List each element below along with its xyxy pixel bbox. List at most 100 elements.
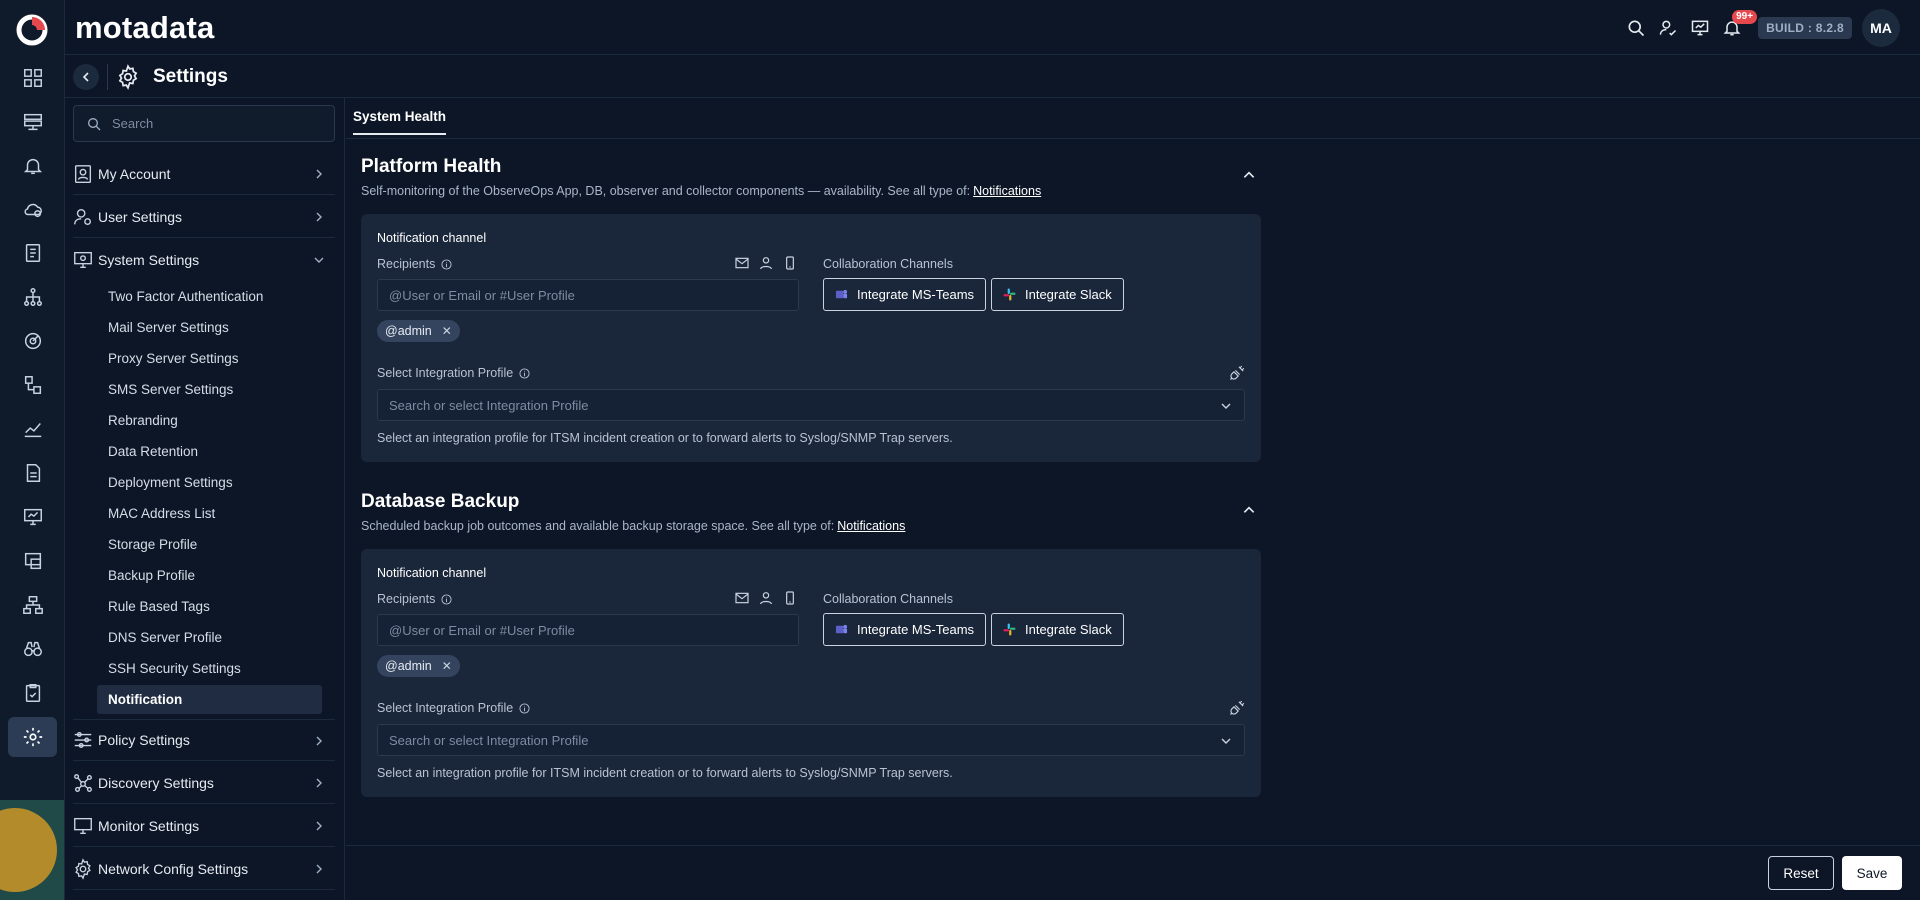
notifications-link[interactable]: Notifications — [837, 519, 905, 533]
sidebar-item-notification[interactable]: Notification — [97, 685, 322, 714]
dashboard-icon[interactable] — [0, 58, 64, 98]
user-check-icon[interactable] — [1652, 12, 1684, 44]
plug-icon[interactable] — [1229, 364, 1246, 381]
reset-button[interactable]: Reset — [1768, 856, 1834, 890]
recipients-input[interactable] — [378, 615, 798, 645]
avatar[interactable]: MA — [1862, 9, 1900, 47]
sidebar-item-sms-server-settings[interactable]: SMS Server Settings — [97, 375, 322, 404]
sidebar-group-policy-settings[interactable]: Policy Settings — [73, 719, 335, 761]
info-icon[interactable] — [441, 258, 452, 270]
motadata-logo-icon[interactable] — [16, 14, 48, 46]
mobile-icon[interactable] — [782, 255, 798, 271]
sidebar-group-my-account[interactable]: My Account — [73, 153, 335, 195]
recipients-input[interactable] — [378, 280, 798, 310]
topology-icon[interactable] — [0, 277, 64, 317]
sidebar-item-deployment-settings[interactable]: Deployment Settings — [97, 468, 322, 497]
sidebar-item-rebranding[interactable]: Rebranding — [97, 406, 322, 435]
workflow-icon[interactable] — [0, 365, 64, 405]
user-gear-icon — [74, 208, 92, 225]
report-book-icon[interactable] — [0, 233, 64, 273]
sidebar-item-rule-based-tags[interactable]: Rule Based Tags — [97, 592, 322, 621]
chevron-up-icon[interactable] — [1242, 503, 1256, 517]
sidebar-item-proxy-server-settings[interactable]: Proxy Server Settings — [97, 344, 322, 373]
integration-profile-select[interactable] — [377, 389, 1245, 421]
binoculars-icon[interactable] — [0, 629, 64, 669]
sidebar-item-data-retention[interactable]: Data Retention — [97, 437, 322, 466]
notifications-link[interactable]: Notifications — [973, 184, 1041, 198]
integrate-ms-teams-button[interactable]: Integrate MS-Teams — [823, 613, 987, 646]
sidebar-item-storage-profile[interactable]: Storage Profile — [97, 530, 322, 559]
info-icon[interactable] — [519, 702, 530, 714]
info-icon[interactable] — [519, 367, 530, 379]
integration-profile-label-text: Select Integration Profile — [377, 701, 514, 715]
info-icon[interactable] — [441, 593, 452, 605]
integrate-ms-teams-button[interactable]: Integrate MS-Teams — [823, 278, 987, 311]
remove-chip-icon[interactable]: ✕ — [442, 659, 452, 673]
document-icon[interactable] — [0, 453, 64, 493]
ms-teams-icon — [835, 289, 848, 299]
sidebar-group-discovery-settings[interactable]: Discovery Settings — [73, 762, 335, 804]
integrate-slack-label: Integrate Slack — [1025, 287, 1112, 302]
notification-card: Notification channel Recipients @admin✕ … — [361, 214, 1261, 462]
integration-profile-label: Select Integration Profile — [377, 701, 530, 715]
integration-profile-input[interactable] — [378, 390, 1244, 420]
recipients-label-text: Recipients — [377, 592, 436, 606]
chart-icon[interactable] — [0, 409, 64, 449]
sidebar-item-ssh-security-settings[interactable]: SSH Security Settings — [97, 654, 322, 683]
mobile-icon[interactable] — [782, 590, 798, 606]
settings-icon[interactable] — [8, 717, 57, 757]
brand-name[interactable]: motadata — [75, 10, 214, 46]
hierarchy-icon[interactable] — [0, 585, 64, 625]
left-rail — [0, 0, 65, 900]
notification-bell-icon[interactable]: 99+ — [1716, 10, 1758, 44]
user-icon[interactable] — [758, 255, 774, 271]
section-database-backup: Database Backup Scheduled backup job out… — [361, 491, 1261, 533]
device-icon[interactable] — [0, 541, 64, 581]
remove-chip-icon[interactable]: ✕ — [442, 324, 452, 338]
sidebar-item-two-factor-authentication[interactable]: Two Factor Authentication — [97, 282, 322, 311]
integration-profile-input[interactable] — [378, 725, 1244, 755]
clipboard-icon[interactable] — [0, 673, 64, 713]
search-input[interactable] — [112, 106, 327, 141]
mail-icon[interactable] — [734, 590, 750, 606]
sidebar-group-label: My Account — [98, 165, 171, 182]
recipients-label: Recipients — [377, 257, 452, 271]
sidebar-item-backup-profile[interactable]: Backup Profile — [97, 561, 322, 590]
recipient-chip-label: @admin — [385, 324, 432, 338]
chevron-right-icon — [316, 169, 322, 179]
chevron-down-icon — [314, 257, 324, 263]
bell-icon[interactable] — [0, 146, 64, 186]
integration-profile-select[interactable] — [377, 724, 1245, 756]
integrate-slack-button[interactable]: Integrate Slack — [991, 278, 1124, 311]
save-button[interactable]: Save — [1842, 856, 1902, 890]
sidebar-item-dns-server-profile[interactable]: DNS Server Profile — [97, 623, 322, 652]
sidebar-group-network-config-settings[interactable]: Network Config Settings — [73, 848, 335, 890]
notification-card: Notification channel Recipients @admin✕ … — [361, 549, 1261, 797]
radar-icon[interactable] — [0, 321, 64, 361]
network-gear-icon — [75, 857, 91, 880]
sidebar-item-mac-address-list[interactable]: MAC Address List — [97, 499, 322, 528]
plug-icon[interactable] — [1229, 699, 1246, 716]
ms-teams-icon — [835, 624, 848, 634]
chevron-down-icon — [1221, 738, 1231, 744]
top-bar: motadata 99+ BUILD : 8.2.8 MA — [65, 0, 1920, 55]
sidebar-item-mail-server-settings[interactable]: Mail Server Settings — [97, 313, 322, 342]
mail-icon[interactable] — [734, 255, 750, 271]
tab-bar: System Health — [346, 99, 1920, 139]
server-stack-icon[interactable] — [0, 102, 64, 142]
integrate-slack-button[interactable]: Integrate Slack — [991, 613, 1124, 646]
cloud-alert-icon[interactable] — [0, 189, 64, 229]
sidebar-group-user-settings[interactable]: User Settings — [73, 196, 335, 238]
integrate-slack-label: Integrate Slack — [1025, 622, 1112, 637]
tab-system-health[interactable]: System Health — [353, 109, 447, 135]
chevron-up-icon[interactable] — [1242, 168, 1256, 182]
monitor-screen-icon[interactable] — [1684, 12, 1716, 44]
sidebar-group-monitor-settings[interactable]: Monitor Settings — [73, 805, 335, 847]
search-icon[interactable] — [1620, 12, 1652, 44]
sidebar-group-label: User Settings — [98, 208, 183, 225]
header-divider — [107, 64, 108, 90]
back-button[interactable] — [73, 64, 99, 90]
monitor-icon[interactable] — [0, 497, 64, 537]
sidebar-group-system-settings[interactable]: System Settings — [73, 239, 335, 281]
user-icon[interactable] — [758, 590, 774, 606]
